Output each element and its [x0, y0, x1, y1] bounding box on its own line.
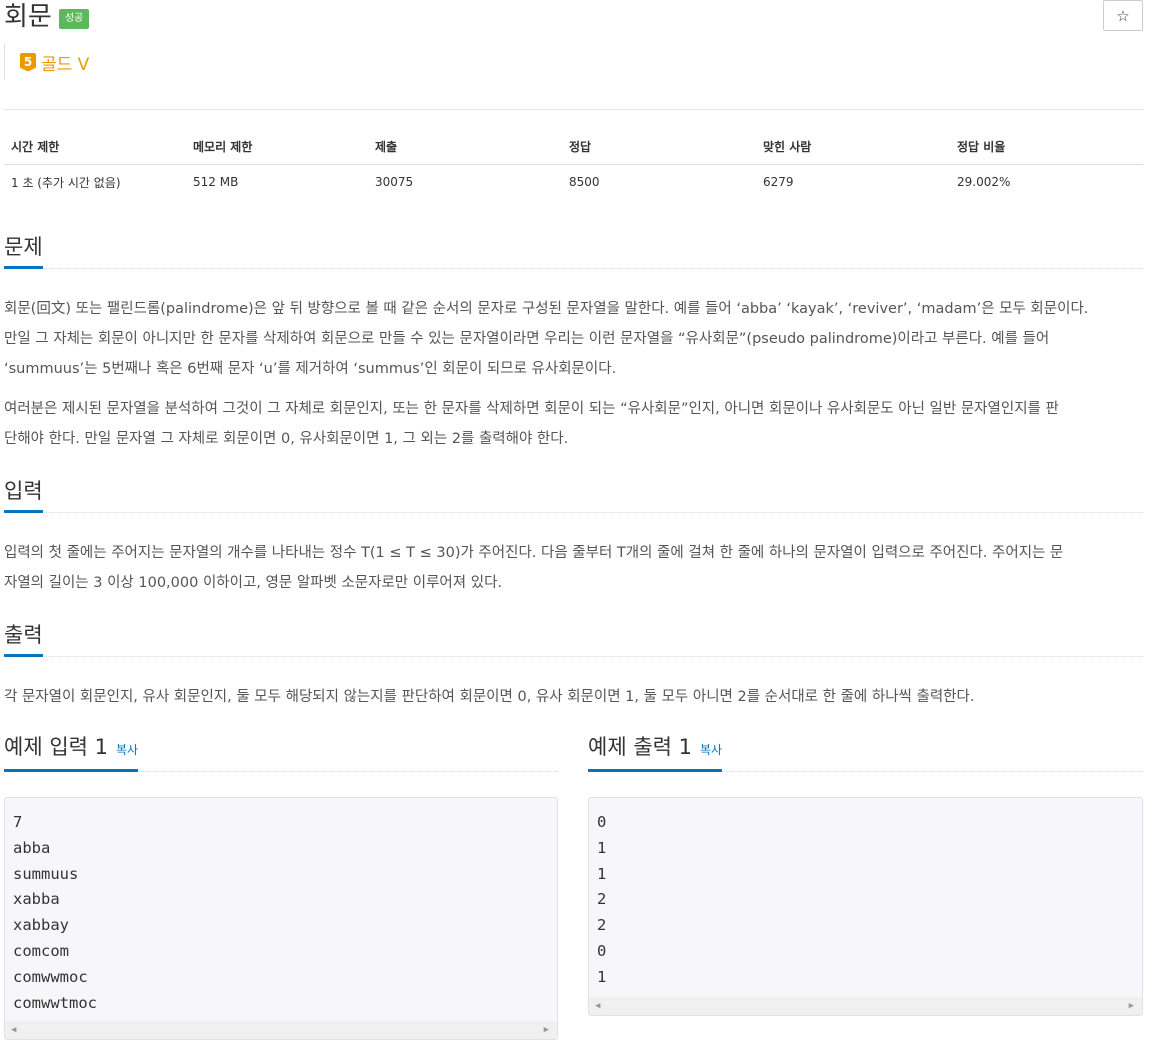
status-badge: 성공 — [58, 9, 90, 29]
table-header-row: 시간 제한 메모리 제한 제출 정답 맞힌 사람 정답 비율 — [4, 130, 1143, 165]
solved-users-value[interactable]: 6279 — [756, 164, 950, 200]
problem-info-table: 시간 제한 메모리 제한 제출 정답 맞힌 사람 정답 비율 1 초 (추가 시… — [4, 130, 1143, 200]
problem-text-line: 단해야 한다. 만일 문자열 그 자체로 회문이면 0, 유사회문이면 1, 그… — [4, 431, 569, 447]
sample-output-box[interactable]: 0 1 1 2 2 0 1 ◀ ▶ — [588, 797, 1143, 1016]
horizontal-scrollbar[interactable]: ◀ ▶ — [589, 997, 1142, 1015]
copy-sample-output-link[interactable]: 복사 — [700, 743, 722, 757]
header-memory-limit: 메모리 제한 — [186, 130, 368, 165]
star-icon: ☆ — [1116, 6, 1130, 25]
accept-ratio-value: 29.002% — [957, 175, 1011, 190]
star-button[interactable]: ☆ — [1103, 0, 1143, 31]
problem-text-line: 만일 그 자체는 회문이 아니지만 한 문자를 삭제하여 회문으로 만들 수 있… — [4, 331, 1050, 347]
table-row: 1 초 (추가 시간 없음) 512 MB 30075 8500 6279 29… — [4, 164, 1143, 200]
sample-output-content: 0 1 1 2 2 0 1 — [597, 813, 607, 986]
divider — [4, 109, 1143, 110]
scroll-left-icon[interactable]: ◀ — [11, 1025, 16, 1035]
problem-section-header: 문제 — [4, 233, 1143, 269]
sample-input-box[interactable]: 7 abba summuus xabba xabbay comcom comww… — [4, 797, 558, 1040]
input-text-line: 자열의 길이는 3 이상 100,000 이하이고, 영문 알파벳 소문자로만 … — [4, 575, 503, 591]
sample-input-header: 예제 입력 1 복사 — [4, 735, 558, 772]
sample-output-title: 예제 출력 1 — [588, 735, 692, 759]
problem-text-line: 회문(回文) 또는 팰린드롬(palindrome)은 앞 뒤 방향으로 볼 때… — [4, 301, 1089, 317]
scroll-right-icon[interactable]: ▶ — [544, 1025, 549, 1035]
tier-label: 골드 V — [41, 54, 90, 75]
accepted-value[interactable]: 8500 — [562, 164, 756, 200]
output-description: 각 문자열이 회문인지, 유사 회문인지, 둘 모두 해당되지 않는지를 판단하… — [4, 682, 1143, 712]
header-accepted: 정답 — [562, 130, 756, 165]
input-section-header: 입력 — [4, 477, 1143, 513]
memory-limit-value: 512 MB — [193, 175, 239, 190]
problem-text-line: 여러분은 제시된 문자열을 분석하여 그것이 그 자체로 회문인지, 또는 한 … — [4, 401, 1059, 417]
page-title: 회문 — [4, 2, 52, 32]
header-submissions: 제출 — [368, 130, 562, 165]
output-text-line: 각 문자열이 회문인지, 유사 회문인지, 둘 모두 해당되지 않는지를 판단하… — [4, 689, 975, 705]
header-solved-users: 맞힌 사람 — [756, 130, 950, 165]
header-time-limit: 시간 제한 — [4, 130, 186, 165]
output-section-header: 출력 — [4, 621, 1143, 657]
problem-description-2: 여러분은 제시된 문자열을 분석하여 그것이 그 자체로 회문인지, 또는 한 … — [4, 394, 1143, 454]
output-heading: 출력 — [4, 619, 43, 657]
horizontal-scrollbar[interactable]: ◀ ▶ — [5, 1021, 557, 1039]
copy-sample-input-link[interactable]: 복사 — [116, 743, 138, 757]
title-row: 회문 성공 — [4, 2, 90, 32]
sample-input-title: 예제 입력 1 — [4, 735, 108, 759]
problem-text-line: ‘summuus’는 5번째나 혹은 6번째 문자 ‘u’를 제거하여 ‘sum… — [4, 361, 617, 377]
scroll-left-icon[interactable]: ◀ — [595, 1001, 600, 1011]
problem-heading: 문제 — [4, 231, 43, 269]
submissions-value[interactable]: 30075 — [368, 164, 562, 200]
input-heading: 입력 — [4, 475, 43, 513]
sample-input-content: 7 abba summuus xabba xabbay comcom comww… — [13, 813, 97, 1012]
tier-gold-icon: 5 — [20, 52, 36, 72]
input-text-line: 입력의 첫 줄에는 주어지는 문자열의 개수를 나타내는 정수 T(1 ≤ T … — [4, 545, 1064, 561]
time-limit-value: 1 초 (추가 시간 없음) — [11, 175, 121, 190]
sample-input-heading: 예제 입력 1 복사 — [4, 731, 139, 772]
sample-output-heading: 예제 출력 1 복사 — [588, 731, 723, 772]
sample-output-header: 예제 출력 1 복사 — [588, 735, 1143, 772]
scroll-right-icon[interactable]: ▶ — [1129, 1001, 1134, 1011]
input-description: 입력의 첫 줄에는 주어지는 문자열의 개수를 나타내는 정수 T(1 ≤ T … — [4, 538, 1143, 598]
header-accept-ratio: 정답 비율 — [950, 130, 1143, 165]
tier-row[interactable]: 5 골드 V — [4, 44, 89, 80]
problem-description: 회문(回文) 또는 팰린드롬(palindrome)은 앞 뒤 방향으로 볼 때… — [4, 294, 1143, 384]
